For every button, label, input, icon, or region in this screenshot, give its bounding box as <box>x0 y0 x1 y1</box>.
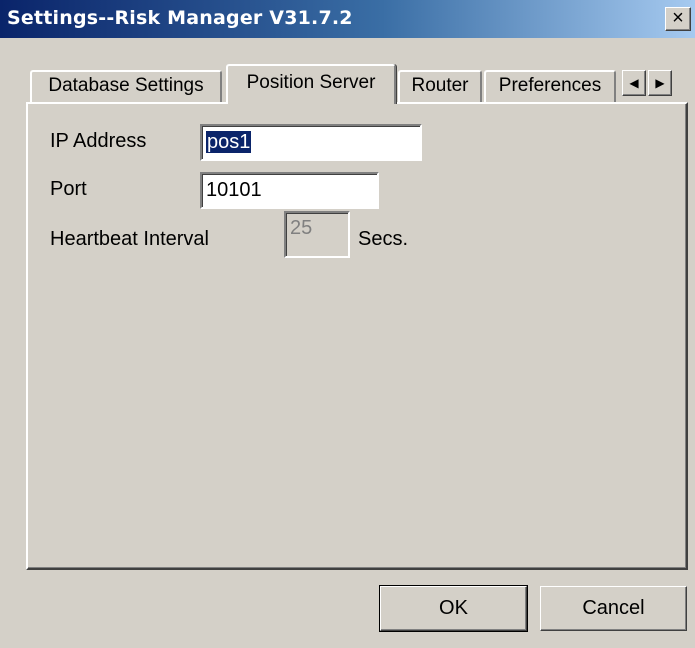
ip-address-input[interactable]: pos1 <box>200 124 422 161</box>
port-value: 10101 <box>206 179 262 201</box>
ip-address-label: IP Address <box>50 130 147 152</box>
port-label: Port <box>50 178 87 200</box>
tab-scroll-left-button[interactable]: ◀ <box>622 70 646 96</box>
heartbeat-unit-label: Secs. <box>358 228 409 250</box>
tab-position-server[interactable]: Position Server <box>226 64 396 104</box>
arrow-left-icon: ◀ <box>629 76 639 90</box>
ok-button[interactable]: OK <box>379 585 528 632</box>
tab-router[interactable]: Router <box>398 70 482 102</box>
close-button[interactable]: × <box>665 7 691 31</box>
title-bar[interactable]: Settings--Risk Manager V31.7.2 × <box>0 0 695 38</box>
tab-label: Preferences <box>498 75 602 96</box>
tab-scroll-right-button[interactable]: ▶ <box>648 70 672 96</box>
window-title: Settings--Risk Manager V31.7.2 <box>7 7 353 29</box>
port-input[interactable]: 10101 <box>200 172 379 209</box>
tab-label: Position Server <box>246 72 376 93</box>
cancel-button[interactable]: Cancel <box>540 586 687 631</box>
tab-label: Router <box>411 75 469 96</box>
close-icon: × <box>672 7 684 29</box>
ip-address-value: pos1 <box>206 131 252 153</box>
tab-database-settings[interactable]: Database Settings <box>30 70 222 102</box>
tab-preferences[interactable]: Preferences <box>484 70 616 102</box>
heartbeat-interval-label: Heartbeat Interval <box>50 228 209 250</box>
heartbeat-interval-value: 25 <box>290 217 313 239</box>
arrow-right-icon: ▶ <box>655 76 665 90</box>
heartbeat-interval-input: 25 <box>284 211 350 258</box>
tab-label: Database Settings <box>48 75 204 96</box>
